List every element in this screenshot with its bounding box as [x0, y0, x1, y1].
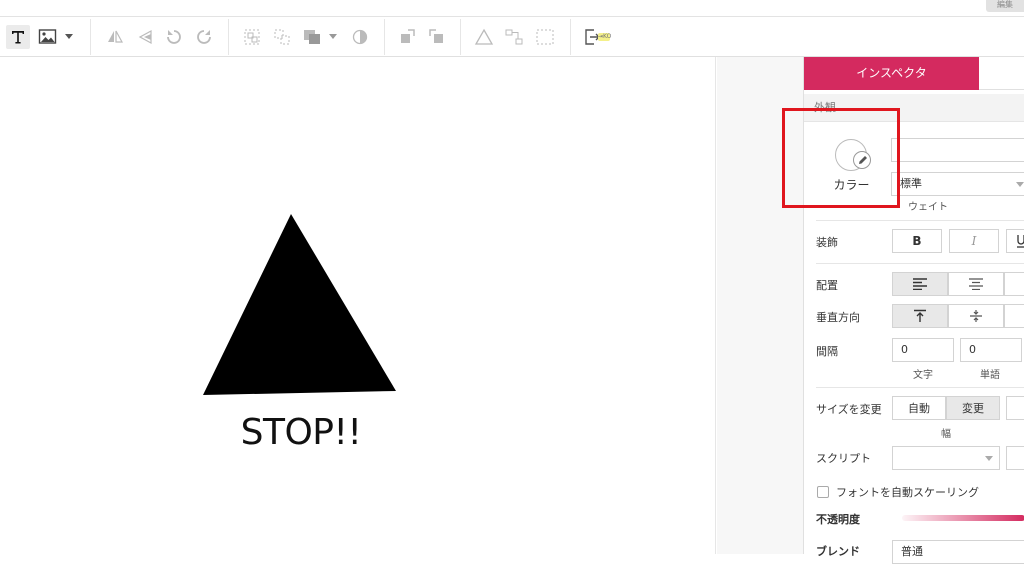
- autoscale-checkbox[interactable]: [817, 486, 829, 498]
- valign-middle-icon: [970, 310, 982, 322]
- autoscale-label: フォントを自動スケーリング: [836, 486, 979, 499]
- align-left-button[interactable]: [892, 272, 948, 296]
- opacity-slider[interactable]: [902, 515, 1024, 521]
- resize-change-button[interactable]: 変更: [946, 396, 1000, 420]
- divider: [816, 263, 1024, 264]
- align-left-icon: [913, 278, 927, 290]
- underline-button[interactable]: [1006, 229, 1024, 253]
- vertical-align-label: 垂直方向: [816, 311, 860, 324]
- word-spacing-input[interactable]: 0: [960, 338, 1022, 362]
- align-label: 配置: [816, 279, 838, 292]
- weight-select[interactable]: 標準: [891, 172, 1024, 196]
- divider: [816, 220, 1024, 221]
- font-size-field[interactable]: [891, 138, 1024, 162]
- align-center-icon: [969, 278, 983, 290]
- valign-top-button[interactable]: [892, 304, 948, 328]
- underline-icon: [1017, 235, 1024, 248]
- word-spacing-caption: 単語: [980, 370, 1000, 381]
- script-secondary-select[interactable]: [1006, 446, 1024, 470]
- char-spacing-caption: 文字: [913, 370, 933, 381]
- blend-label: ブレンド: [816, 545, 860, 558]
- canvas-shapes: [203, 214, 396, 395]
- decoration-label: 装飾: [816, 236, 838, 249]
- valign-top-icon: [914, 309, 926, 322]
- resize-label: サイズを変更: [816, 403, 882, 416]
- align-right-button[interactable]: [1004, 272, 1024, 296]
- tab-empty: [979, 57, 1024, 90]
- stop-text-object[interactable]: STOP!!: [226, 412, 376, 453]
- char-spacing-input[interactable]: 0: [892, 338, 954, 362]
- valign-middle-button[interactable]: [948, 304, 1004, 328]
- bold-button[interactable]: B: [892, 229, 942, 253]
- highlight-box: [782, 108, 900, 208]
- chevron-down-icon: [985, 456, 993, 461]
- align-center-button[interactable]: [948, 272, 1004, 296]
- resize-auto-button[interactable]: 自動: [892, 396, 946, 420]
- script-label: スクリプト: [816, 452, 871, 465]
- script-select[interactable]: [892, 446, 1000, 470]
- triangle-shape[interactable]: [203, 214, 396, 395]
- divider: [816, 387, 1024, 388]
- corner-button[interactable]: 編集: [986, 0, 1024, 12]
- opacity-label: 不透明度: [816, 513, 860, 526]
- weight-value: 標準: [900, 177, 922, 190]
- italic-button[interactable]: I: [949, 229, 999, 253]
- resize-fixed-button[interactable]: [1006, 396, 1024, 420]
- valign-bottom-button[interactable]: [1004, 304, 1024, 328]
- blend-select[interactable]: 普通: [892, 540, 1024, 564]
- chevron-down-icon: [1016, 182, 1024, 187]
- spacing-label: 間隔: [816, 345, 838, 358]
- tab-inspector[interactable]: インスペクタ: [804, 57, 979, 90]
- width-caption: 幅: [941, 429, 951, 440]
- weight-caption: ウェイト: [908, 202, 948, 213]
